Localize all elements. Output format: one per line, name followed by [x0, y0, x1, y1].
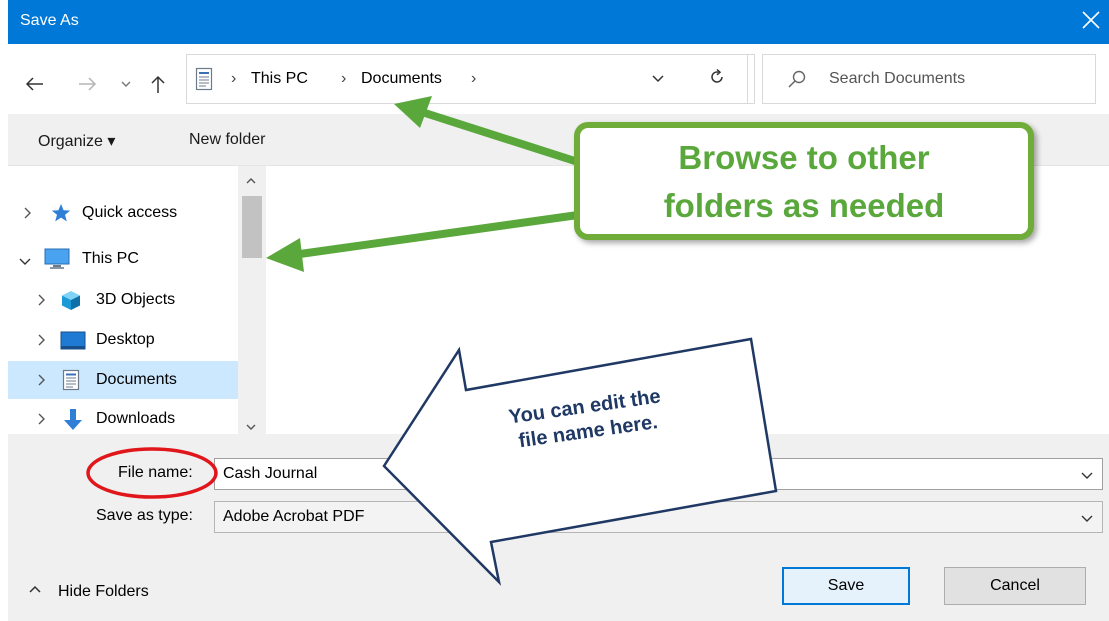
navigation-pane: Quick access This PC 3D Objects Desktop: [8, 166, 238, 434]
nav-item-label: Downloads: [96, 410, 176, 427]
breadcrumb-separator-icon: ›: [341, 70, 347, 87]
hide-folders-button[interactable]: Hide Folders: [58, 583, 149, 601]
nav-scrollbar[interactable]: [238, 166, 266, 434]
browse-folders-callout: Browse to other folders as needed: [574, 122, 1034, 240]
callout-text-line: Browse to other: [678, 139, 930, 176]
chevron-down-icon[interactable]: [18, 254, 32, 272]
address-bar[interactable]: › This PC › Documents ›: [186, 54, 755, 104]
callout-text-line: folders as needed: [663, 187, 945, 224]
up-arrow-icon[interactable]: [148, 72, 168, 96]
chevron-right-icon[interactable]: [22, 206, 32, 225]
chevron-up-icon[interactable]: [28, 581, 42, 599]
dialog-title: Save As: [20, 12, 79, 29]
nav-item-label: 3D Objects: [96, 291, 176, 308]
chevron-down-icon[interactable]: [1080, 468, 1094, 486]
breadcrumb-this-pc[interactable]: This PC: [251, 70, 308, 88]
chevron-right-icon[interactable]: [36, 333, 46, 352]
search-input[interactable]: Search Documents: [762, 54, 1096, 104]
download-icon: [62, 408, 84, 437]
forward-arrow-icon[interactable]: [76, 72, 100, 96]
breadcrumb-separator-icon: ›: [231, 70, 237, 87]
refresh-button[interactable]: [686, 54, 748, 104]
cube-icon: [60, 289, 82, 316]
nav-item-label: Documents: [96, 371, 177, 388]
chevron-right-icon[interactable]: [36, 293, 46, 312]
nav-item-desktop[interactable]: Desktop: [8, 321, 238, 359]
search-icon: [787, 69, 807, 94]
back-arrow-icon[interactable]: [22, 72, 46, 96]
address-dropdown-icon[interactable]: [651, 71, 665, 89]
organize-button[interactable]: Organize ▾: [38, 131, 115, 151]
new-folder-button[interactable]: New folder: [189, 131, 265, 149]
scroll-up-icon[interactable]: [245, 172, 257, 190]
nav-item-quick-access[interactable]: Quick access: [8, 194, 238, 232]
nav-item-3d-objects[interactable]: 3D Objects: [8, 281, 238, 319]
file-name-label: File name:: [118, 464, 193, 481]
save-button[interactable]: Save: [782, 567, 910, 605]
nav-item-documents[interactable]: Documents: [8, 361, 238, 399]
document-icon: [195, 67, 213, 96]
file-name-field[interactable]: Cash Journal: [214, 458, 1103, 490]
nav-item-label: Quick access: [82, 204, 178, 221]
save-options-panel: File name: Cash Journal Save as type: Ad…: [8, 434, 1109, 621]
star-icon: [50, 202, 72, 229]
file-name-value: Cash Journal: [223, 465, 318, 482]
save-button-label: Save: [827, 577, 865, 594]
save-as-type-value: Adobe Acrobat PDF: [223, 508, 365, 525]
document-icon: [62, 369, 80, 396]
nav-item-label: This PC: [82, 250, 139, 267]
close-icon[interactable]: [1077, 6, 1105, 34]
cancel-button[interactable]: Cancel: [944, 567, 1086, 605]
scrollbar-thumb[interactable]: [242, 196, 262, 258]
breadcrumb-documents[interactable]: Documents: [361, 70, 442, 88]
monitor-icon: [44, 248, 70, 275]
cancel-button-label: Cancel: [990, 577, 1040, 594]
breadcrumb-separator-icon: ›: [471, 70, 477, 87]
desktop-icon: [60, 331, 86, 356]
search-placeholder: Search Documents: [829, 70, 966, 87]
chevron-right-icon[interactable]: [36, 373, 46, 392]
nav-item-this-pc[interactable]: This PC: [8, 240, 238, 278]
save-as-type-label: Save as type:: [96, 507, 193, 524]
address-row: › This PC › Documents › Search Documents: [8, 44, 1109, 114]
nav-item-downloads[interactable]: Downloads: [8, 400, 238, 438]
chevron-right-icon[interactable]: [36, 412, 46, 431]
title-bar: Save As: [8, 0, 1109, 44]
chevron-down-icon[interactable]: [1080, 511, 1094, 529]
refresh-icon: [708, 68, 726, 91]
recent-locations-chevron-icon[interactable]: [118, 72, 134, 96]
nav-item-label: Desktop: [96, 331, 155, 348]
save-as-type-select[interactable]: Adobe Acrobat PDF: [214, 501, 1103, 533]
